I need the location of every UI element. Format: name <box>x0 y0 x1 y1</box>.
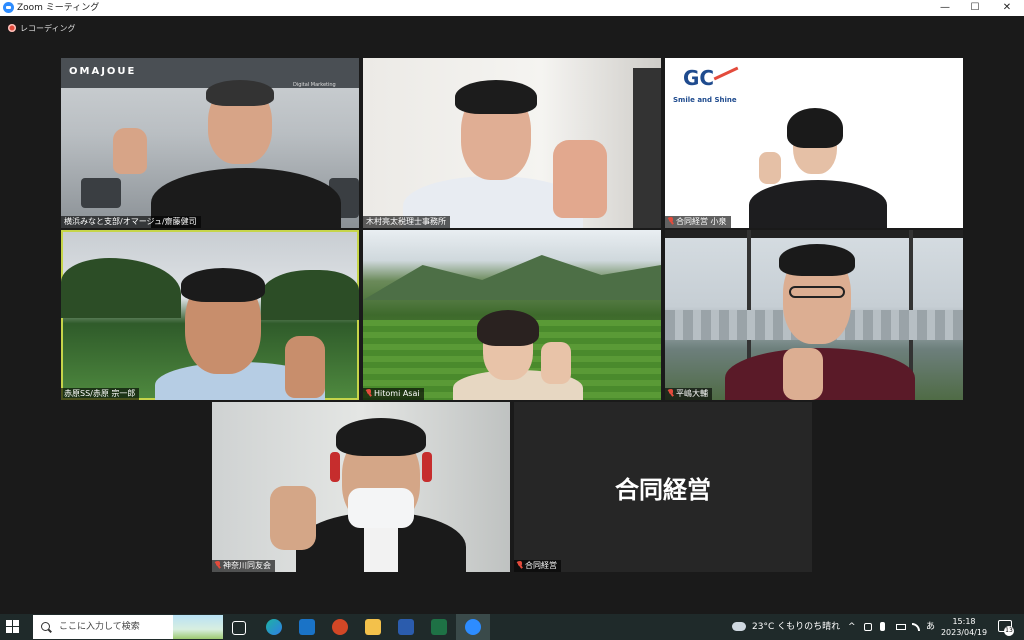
clock-date: 2023/04/19 <box>940 628 988 637</box>
maximize-button[interactable]: ☐ <box>958 0 992 16</box>
participant-display-name: 合同経営 <box>615 476 711 504</box>
monitor-frame <box>633 68 661 228</box>
thumbs-up-hand <box>285 336 325 398</box>
windows-taskbar: ここに入力して検索 23°C くもりのち晴れ ^ あ 15:18 2023/04… <box>0 614 1024 640</box>
weather-cloud-icon <box>732 622 746 631</box>
omajoue-logo: OMAJOUE <box>69 66 137 77</box>
excel-icon[interactable] <box>431 619 447 635</box>
thumbs-up-hand <box>541 342 571 384</box>
person-hair <box>455 80 537 114</box>
participant-name-label: 横浜みなと支部/オマージュ/齋藤健司 <box>61 216 201 228</box>
battery-icon[interactable] <box>896 624 906 630</box>
person-hair <box>787 108 843 148</box>
weather-text[interactable]: 23°C くもりのち晴れ <box>752 614 840 640</box>
task-view-icon[interactable] <box>232 621 246 635</box>
participant-name-label: 木村亮太税理士事務所 <box>363 216 450 228</box>
participant-name-label: 神奈川同友会 <box>212 560 275 572</box>
person-hair <box>181 268 265 302</box>
gc-logo-swoosh <box>713 66 739 81</box>
speaker-icon[interactable] <box>864 623 872 631</box>
thumbs-up-hand <box>113 128 147 174</box>
search-icon <box>41 622 50 631</box>
glasses <box>789 286 845 298</box>
file-explorer-icon[interactable] <box>365 619 381 635</box>
person-body <box>749 180 887 228</box>
participant-name-label: 合同経営 小泉 <box>665 216 731 228</box>
clock-time: 15:18 <box>952 617 976 626</box>
ime-indicator[interactable]: あ <box>926 614 935 640</box>
search-highlight-image <box>173 615 223 639</box>
word-icon[interactable] <box>398 619 414 635</box>
person-hair <box>206 80 274 106</box>
participant-tile-active-speaker[interactable]: 赤原SS/赤原 宗一郎 <box>61 230 359 400</box>
participant-tile[interactable]: 木村亮太税理士事務所 <box>363 58 661 228</box>
muted-mic-icon <box>668 217 674 225</box>
powerpoint-icon[interactable] <box>332 619 348 635</box>
face-mask <box>348 488 414 528</box>
person-hair <box>477 310 539 346</box>
muted-mic-icon <box>668 389 674 397</box>
window-frame <box>665 230 963 238</box>
trees <box>261 270 359 320</box>
participant-tile-video-off[interactable]: 合同経営 合同経営 <box>514 402 812 572</box>
window-title: Zoom ミーティング <box>17 3 100 13</box>
gc-logo: GC <box>683 66 715 90</box>
thumbs-up-hand <box>759 152 781 184</box>
meeting-gallery: レコーディング OMAJOUE Digital Marketing 横浜みなと支… <box>0 16 1024 614</box>
window-titlebar: Zoom ミーティング — ☐ ✕ <box>0 0 1024 16</box>
wifi-icon[interactable] <box>912 623 920 631</box>
zoom-taskbar-icon[interactable] <box>465 619 481 635</box>
participant-tile[interactable]: Hitomi Asai <box>363 230 661 400</box>
notification-count-badge: 13 <box>1004 626 1014 636</box>
taskbar-search-input[interactable]: ここに入力して検索 <box>33 615 223 639</box>
participant-tile[interactable]: GC Smile and Shine 合同経営 小泉 <box>665 58 963 228</box>
windows-start-icon[interactable] <box>6 620 20 634</box>
tray-chevron-up-icon[interactable]: ^ <box>848 614 856 640</box>
person-hair <box>336 418 426 456</box>
participant-name-label: 合同経営 <box>514 560 561 572</box>
person-hair <box>779 244 855 276</box>
mountains <box>363 255 661 300</box>
headphone-right <box>422 452 432 482</box>
participant-name-label: Hitomi Asai <box>363 388 424 400</box>
thumbs-up-hand <box>553 140 607 218</box>
outlook-icon[interactable] <box>299 619 315 635</box>
record-dot-icon <box>8 24 16 32</box>
zoom-logo-icon <box>3 2 14 13</box>
participant-name-label: 平嶋大輔 <box>665 388 712 400</box>
muted-mic-icon <box>366 389 372 397</box>
taskbar-clock[interactable]: 15:18 2023/04/19 <box>940 616 988 638</box>
close-button[interactable]: ✕ <box>990 0 1024 16</box>
participant-tile[interactable]: OMAJOUE Digital Marketing 横浜みなと支部/オマージュ/… <box>61 58 359 228</box>
muted-mic-icon <box>215 561 221 569</box>
office-chair <box>81 178 121 208</box>
thumbs-up-hand <box>270 486 316 550</box>
trees <box>61 258 181 318</box>
omajoue-logo-sub: Digital Marketing <box>293 82 336 88</box>
muted-mic-icon <box>517 561 523 569</box>
participant-tile[interactable]: 平嶋大輔 <box>665 230 963 400</box>
participant-name-label: 赤原SS/赤原 宗一郎 <box>61 388 140 400</box>
recording-indicator[interactable]: レコーディング <box>8 24 75 34</box>
thumbs-up-hand <box>783 348 823 400</box>
recording-label: レコーディング <box>20 24 76 33</box>
microphone-icon[interactable] <box>880 622 885 631</box>
headphone-left <box>330 452 340 482</box>
minimize-button[interactable]: — <box>928 0 962 16</box>
gc-logo-sub: Smile and Shine <box>673 96 737 104</box>
participant-tile[interactable]: 神奈川同友会 <box>212 402 510 572</box>
edge-icon[interactable] <box>266 619 282 635</box>
